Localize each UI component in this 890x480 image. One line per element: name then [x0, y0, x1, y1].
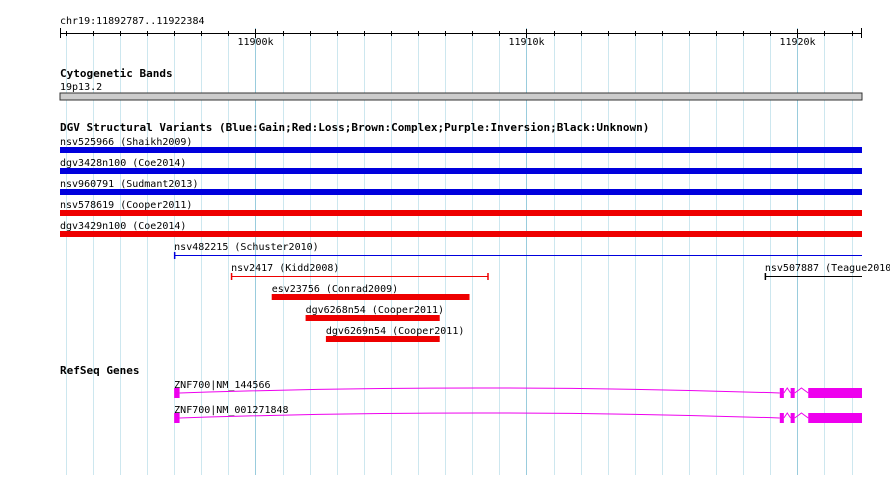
dgv-feature-label: nsv525966 (Shaikh2009) — [60, 137, 192, 148]
dgv-feature[interactable]: dgv6268n54 (Cooper2011) — [305, 305, 444, 321]
dgv-feature-bar[interactable] — [325, 336, 440, 342]
ruler-tick-label: 11910k — [508, 37, 544, 48]
dgv-feature[interactable]: nsv507887 (Teague2010) — [764, 263, 890, 280]
refseq-exon[interactable] — [808, 413, 862, 423]
refseq-exon[interactable] — [174, 388, 180, 398]
dgv-feature-label: esv23756 (Conrad2009) — [272, 284, 398, 295]
refseq-intron — [794, 412, 809, 419]
dgv-feature[interactable]: esv23756 (Conrad2009) — [271, 284, 470, 300]
dgv-feature-bar[interactable] — [60, 147, 862, 153]
dgv-feature-bar[interactable] — [60, 231, 862, 237]
genome-browser-view: chr19:11892787..11922384 11900k 11910k 119… — [0, 0, 890, 475]
ruler-tick-label: 11900k — [237, 37, 273, 48]
dgv-feature[interactable]: nsv2417 (Kidd2008) — [230, 263, 489, 280]
dgv-feature[interactable]: nsv525966 (Shaikh2009) — [60, 137, 862, 153]
dgv-feature[interactable]: nsv482215 (Schuster2010) — [173, 242, 862, 259]
refseq-intron — [783, 412, 792, 419]
ruler-tick-label: 11920k — [779, 37, 815, 48]
refseq-exon[interactable] — [790, 388, 795, 398]
refseq-gene[interactable]: ZNF700|NM_144566 — [174, 380, 862, 398]
dgv-feature-label: nsv2417 (Kidd2008) — [231, 263, 339, 274]
dgv-feature-label: dgv6268n54 (Cooper2011) — [306, 305, 444, 316]
ruler[interactable]: chr19:11892787..11922384 11900k 11910k 119… — [60, 16, 862, 48]
dgv-feature-label: dgv3428n100 (Coe2014) — [60, 158, 186, 169]
dgv-feature-label: nsv507887 (Teague2010) — [765, 263, 890, 274]
refseq-intron — [783, 387, 792, 394]
dgv-track[interactable]: DGV Structural Variants (Blue:Gain;Red:L… — [60, 121, 890, 342]
dgv-feature[interactable]: nsv960791 (Sudmant2013) — [60, 179, 862, 195]
track-canvas[interactable]: chr19:11892787..11922384 11900k 11910k 119… — [0, 0, 890, 475]
refseq-exon[interactable] — [174, 413, 180, 423]
dgv-feature-bar[interactable] — [60, 189, 862, 195]
dgv-feature-label: nsv578619 (Cooper2011) — [60, 200, 192, 211]
refseq-intron — [794, 387, 809, 394]
location-label: chr19:11892787..11922384 — [60, 16, 205, 27]
cytoband-bar[interactable] — [59, 92, 863, 101]
dgv-feature-bar[interactable] — [271, 294, 470, 300]
dgv-feature[interactable]: nsv578619 (Cooper2011) — [60, 200, 862, 216]
refseq-exon[interactable] — [779, 388, 784, 398]
dgv-feature-bar[interactable] — [305, 315, 440, 321]
dgv-feature-label: nsv960791 (Sudmant2013) — [60, 179, 198, 190]
dgv-feature-bar[interactable] — [60, 210, 862, 216]
dgv-feature-label: dgv3429n100 (Coe2014) — [60, 221, 186, 232]
refseq-exon[interactable] — [779, 413, 784, 423]
dgv-feature[interactable]: dgv6269n54 (Cooper2011) — [325, 326, 464, 342]
cytoband-track[interactable]: Cytogenetic Bands 19p13.2 — [59, 67, 863, 101]
dgv-feature[interactable]: dgv3429n100 (Coe2014) — [60, 221, 862, 237]
dgv-feature-label: dgv6269n54 (Cooper2011) — [326, 326, 464, 337]
dgv-feature[interactable]: dgv3428n100 (Coe2014) — [60, 158, 862, 174]
refseq-exon[interactable] — [808, 388, 862, 398]
refseq-gene-label: ZNF700|NM_144566 — [174, 380, 270, 391]
dgv-feature-bar[interactable] — [60, 168, 862, 174]
dgv-feature-label: nsv482215 (Schuster2010) — [174, 242, 319, 253]
refseq-exon[interactable] — [790, 413, 795, 423]
cytoband-label: 19p13.2 — [60, 82, 102, 93]
refseq-track[interactable]: RefSeq Genes ZNF700|NM_144566 ZNF700|NM_0… — [60, 364, 862, 423]
refseq-track-title: RefSeq Genes — [60, 364, 139, 377]
refseq-gene[interactable]: ZNF700|NM_001271848 — [174, 405, 862, 423]
refseq-gene-label: ZNF700|NM_001271848 — [174, 405, 288, 416]
dgv-track-title: DGV Structural Variants (Blue:Gain;Red:L… — [60, 121, 649, 134]
cytoband-track-title: Cytogenetic Bands — [60, 67, 173, 80]
